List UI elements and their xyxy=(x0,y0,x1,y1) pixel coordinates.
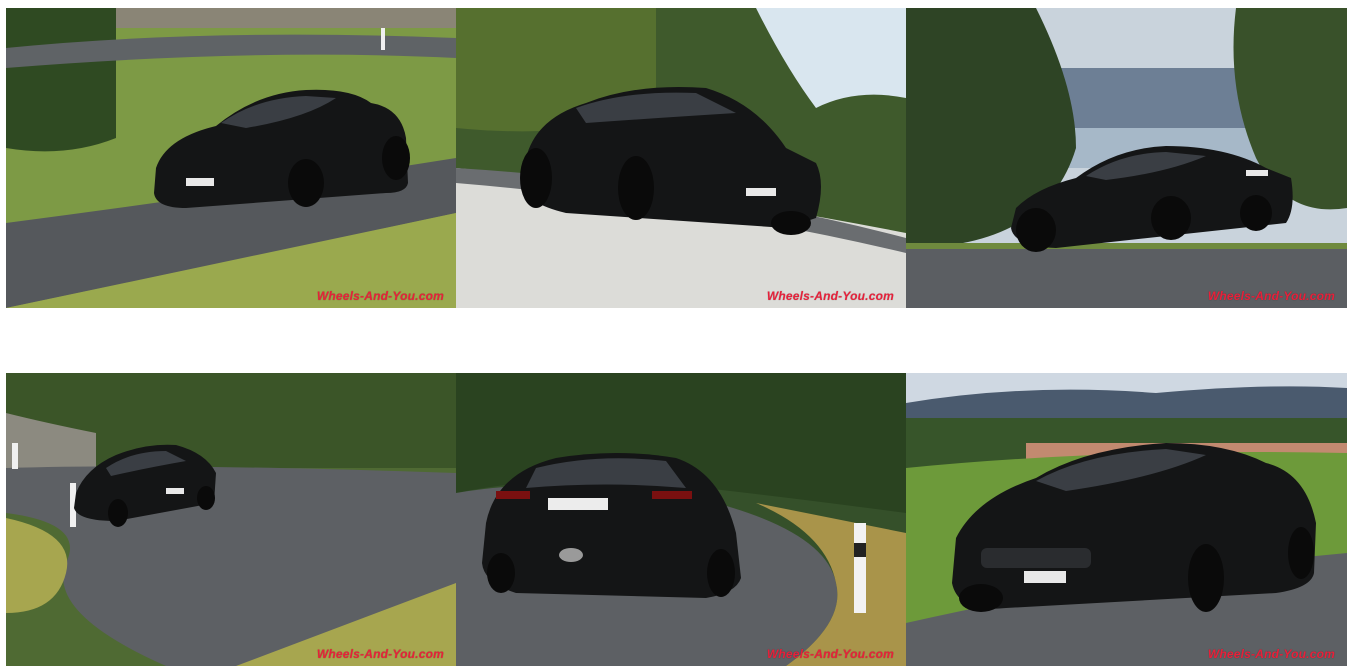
gallery-photo-5[interactable]: Wheels-And-You.com xyxy=(456,373,906,666)
watermark-text: Wheels-And-You.com xyxy=(766,647,894,661)
gallery-photo-6[interactable]: Wheels-And-You.com xyxy=(906,373,1347,666)
gallery-photo-4[interactable]: Wheels-And-You.com xyxy=(6,373,456,666)
photo-5-image xyxy=(456,373,906,666)
photo-4-image xyxy=(6,373,456,666)
photo-3-image xyxy=(906,8,1347,308)
gallery-photo-1[interactable]: Wheels-And-You.com xyxy=(6,8,456,308)
watermark-text: Wheels-And-You.com xyxy=(316,289,444,303)
watermark-text: Wheels-And-You.com xyxy=(1207,289,1335,303)
photo-gallery: Wheels-And-You.com Wheels-And-You.com Wh… xyxy=(0,0,1347,666)
gallery-photo-2[interactable]: Wheels-And-You.com xyxy=(456,8,906,308)
watermark-text: Wheels-And-You.com xyxy=(1207,647,1335,661)
watermark-text: Wheels-And-You.com xyxy=(766,289,894,303)
watermark-text: Wheels-And-You.com xyxy=(316,647,444,661)
gallery-photo-3[interactable]: Wheels-And-You.com xyxy=(906,8,1347,308)
photo-1-image xyxy=(6,8,456,308)
photo-6-image xyxy=(906,373,1347,666)
photo-2-image xyxy=(456,8,906,308)
